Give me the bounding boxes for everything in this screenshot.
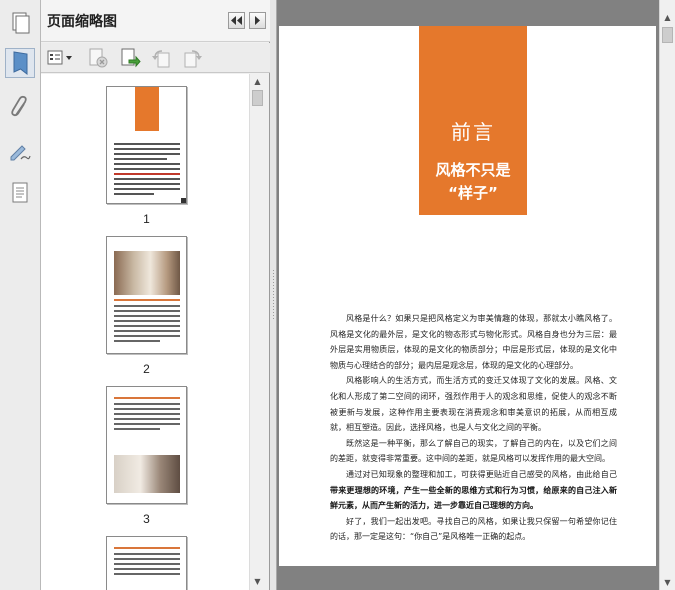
collapse-panel-button[interactable] (228, 12, 245, 29)
delete-page-icon (89, 48, 108, 68)
thumbnail-photo (114, 455, 180, 493)
pages-icon (12, 12, 30, 34)
grip-icon (273, 270, 274, 320)
scroll-up-arrow[interactable]: ▲ (250, 74, 265, 89)
scroll-down-arrow[interactable]: ▼ (250, 574, 265, 589)
page-thumbnail-3[interactable] (106, 386, 187, 504)
rotate-counterclockwise-icon (152, 50, 170, 68)
rotate-clockwise-icon (184, 50, 202, 68)
thumbnails-toolbar (41, 43, 270, 73)
paragraph-4: 通过对已知现象的整理和加工，可获得更贴近自己感受的风格，由此给自己带来更理想的环… (330, 467, 617, 514)
chapter-subtitle-line-1: 风格不只是 (435, 161, 511, 179)
paragraph-5: 好了，我们一起出发吧。寻找自己的风格，如果让我只保留一句希望你记住的话，那一定是… (330, 516, 617, 542)
document-scrollbar[interactable]: ▲ ▼ (659, 0, 675, 590)
paragraph-1: 风格是什么？如果只是把风格定义为审美情趣的体现，那就太小瞧风格了。风格是文化的最… (330, 314, 617, 370)
document-page: 前言 风格不只是 “样子” 风格是什么？如果只是把风格定义为审美情趣的体现，那就… (279, 26, 656, 566)
doc-scrollbar-thumb[interactable] (662, 27, 673, 43)
panel-options-button[interactable] (249, 12, 266, 29)
paragraph-4-bold: 带来更理想的环境，产生一些全新的思维方式和行为习惯，给原来的自己注入新鲜元素，从… (330, 485, 617, 511)
paragraph-4-normal: 通过对已知现象的整理和加工，可获得更贴近自己感受的风格，由此给自己 (346, 469, 617, 479)
page-thumbnail-4[interactable] (106, 536, 187, 590)
bookmarks-panel-button[interactable] (5, 48, 35, 78)
document-layers-icon (12, 182, 28, 203)
title-banner: 前言 风格不只是 “样子” (419, 26, 527, 215)
thumbnail-text-lines (114, 143, 180, 195)
chevron-right-icon (255, 16, 260, 25)
navigation-rail (0, 0, 41, 590)
chapter-subtitle-line-2: “样子” (448, 184, 498, 202)
thumbnail-text-lines (114, 547, 180, 578)
thumbnail-text-lines (114, 397, 180, 430)
layers-panel-button[interactable] (5, 178, 35, 208)
page-body-text: 风格是什么？如果只是把风格定义为审美情趣的体现，那就太小瞧风格了。风格是文化的最… (330, 311, 617, 545)
attachments-panel-button[interactable] (5, 92, 35, 122)
signature-icon (10, 145, 31, 161)
chapter-title: 前言 (451, 120, 495, 144)
rotate-clockwise-button[interactable] (181, 48, 203, 68)
delete-page-button[interactable] (87, 48, 109, 68)
page-thumbnail-1[interactable] (106, 86, 187, 204)
insert-page-button[interactable] (119, 48, 141, 68)
thumbnail-photo (114, 251, 180, 295)
thumbnails-scrollbar[interactable]: ▲ ▼ (249, 74, 265, 590)
rotate-counterclockwise-button[interactable] (151, 48, 173, 68)
panel-header: 页面缩略图 (41, 0, 270, 42)
pages-panel-button[interactable] (5, 8, 35, 38)
doc-scroll-up-arrow[interactable]: ▲ (660, 10, 675, 25)
signatures-panel-button[interactable] (5, 136, 35, 166)
thumbnail-text-lines (114, 299, 180, 342)
page-thumbnail-2[interactable] (106, 236, 187, 354)
thumbnail-banner (135, 87, 159, 131)
page-thumbnail-label-1: 1 (143, 212, 150, 226)
panel-splitter[interactable] (270, 0, 277, 590)
insert-page-icon (121, 48, 141, 68)
page-thumbnail-label-3: 3 (143, 512, 150, 526)
paperclip-icon (11, 95, 27, 117)
thumbnail-corner-marker (181, 198, 186, 203)
doc-scroll-down-arrow[interactable]: ▼ (660, 575, 675, 590)
page-thumbnails-panel: 页面缩略图 1 2 3 ▲ ▼ (41, 0, 270, 590)
paragraph-2: 风格影响人的生活方式，而生活方式的变迁又体现了文化的发展。风格、文化和人形成了第… (330, 376, 617, 433)
document-view[interactable]: 前言 风格不只是 “样子” 风格是什么？如果只是把风格定义为审美情趣的体现，那就… (277, 0, 659, 590)
options-menu-button[interactable] (47, 48, 73, 68)
bookmark-icon (13, 51, 28, 76)
paragraph-3: 既然这是一种平衡，那么了解自己的现实，了解自己的内在，以及它们之间的差距，就变得… (330, 438, 617, 464)
chapter-subtitle: 风格不只是 “样子” (419, 159, 527, 205)
panel-title: 页面缩略图 (47, 14, 117, 30)
scrollbar-thumb[interactable] (252, 90, 263, 106)
options-menu-icon (47, 50, 72, 65)
double-chevron-left-icon (231, 16, 242, 25)
page-thumbnail-label-2: 2 (143, 362, 150, 376)
thumbnails-list: 1 2 3 (41, 74, 249, 590)
